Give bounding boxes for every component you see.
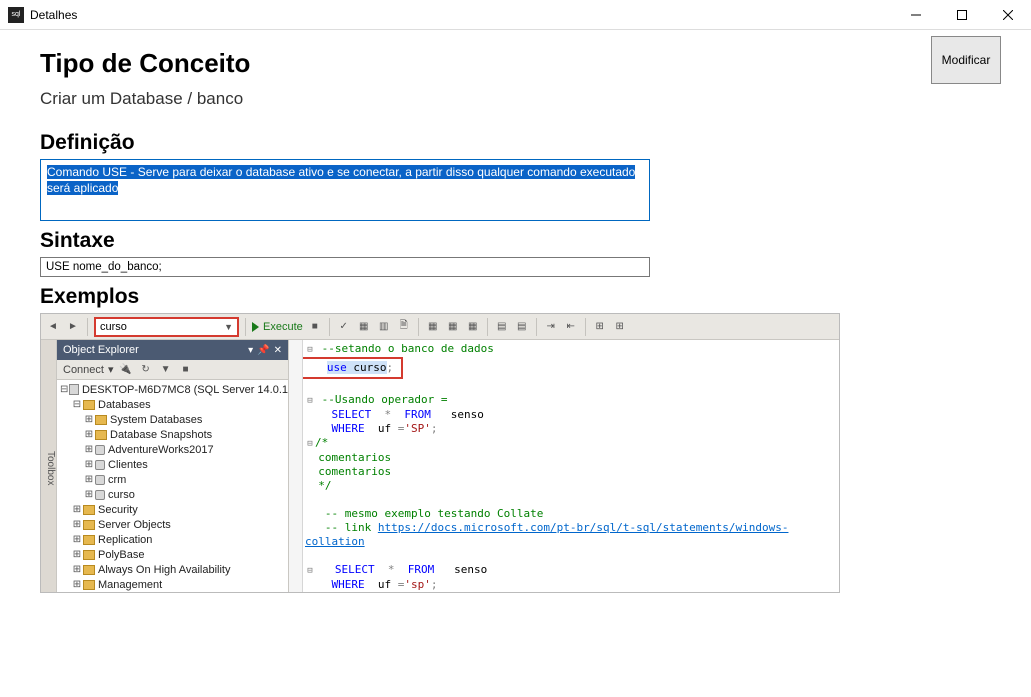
page-heading: Tipo de Conceito: [40, 48, 250, 79]
nav-fwd-icon[interactable]: ►: [65, 319, 81, 335]
tool-icon[interactable]: ▤: [494, 319, 510, 335]
examples-heading: Exemplos: [40, 285, 991, 309]
close-icon[interactable]: ✕: [274, 345, 282, 356]
tool-icon[interactable]: ⇥: [543, 319, 559, 335]
window-title: Detalhes: [30, 8, 893, 22]
minimize-button[interactable]: [893, 0, 939, 30]
tree-item[interactable]: PolyBase: [98, 549, 144, 561]
tool-icon[interactable]: ▦: [425, 319, 441, 335]
tree-item[interactable]: AdventureWorks2017: [108, 444, 214, 456]
connect-icon[interactable]: 🔌: [118, 362, 134, 378]
object-explorer-header: Object Explorer ▾ 📌 ✕: [57, 340, 288, 360]
toolbox-tab[interactable]: Toolbox: [41, 340, 57, 592]
tool-icon[interactable]: 🗎: [396, 319, 412, 335]
object-explorer-title: Object Explorer: [63, 344, 139, 356]
tool-icon[interactable]: ▦: [465, 319, 481, 335]
parse-icon[interactable]: ✓: [336, 319, 352, 335]
execute-button[interactable]: Execute: [252, 321, 303, 333]
tree-server[interactable]: DESKTOP-M6D7MC8 (SQL Server 14.0.1: [82, 384, 288, 396]
tree-item[interactable]: Database Snapshots: [110, 429, 212, 441]
tree-item[interactable]: crm: [108, 474, 126, 486]
refresh-icon[interactable]: ↻: [138, 362, 154, 378]
tree-item[interactable]: Management: [98, 579, 162, 591]
editor-pane: SQLQuery2.sql - DE...6D7MC8\lugui (54))*…: [289, 340, 839, 592]
database-dropdown-value: curso: [100, 321, 127, 333]
database-dropdown[interactable]: curso ▼: [94, 317, 239, 337]
syntax-heading: Sintaxe: [40, 229, 991, 253]
definition-textbox[interactable]: Comando USE - Serve para deixar o databa…: [40, 159, 650, 221]
tool-icon[interactable]: ▦: [445, 319, 461, 335]
pin-icon[interactable]: ▾: [248, 345, 253, 356]
content-area: Tipo de Conceito Criar um Database / ban…: [0, 30, 1031, 613]
connect-label[interactable]: Connect: [63, 364, 104, 376]
object-tree[interactable]: ⊟DESKTOP-M6D7MC8 (SQL Server 14.0.1 ⊟Dat…: [57, 380, 288, 592]
pin-icon[interactable]: 📌: [257, 345, 269, 356]
page-subtitle: Criar um Database / banco: [40, 89, 250, 109]
tool-icon[interactable]: ⊞: [612, 319, 628, 335]
tool-icon[interactable]: ▤: [514, 319, 530, 335]
tool-icon[interactable]: ▥: [376, 319, 392, 335]
execute-label: Execute: [263, 321, 303, 333]
syntax-textbox[interactable]: USE nome_do_banco;: [40, 257, 650, 277]
tree-item[interactable]: Always On High Availability: [98, 564, 230, 576]
tree-item[interactable]: Security: [98, 504, 138, 516]
syntax-text: USE nome_do_banco;: [46, 261, 162, 273]
connect-toolbar: Connect▾ 🔌 ↻ ▼ ■: [57, 360, 288, 380]
tree-databases[interactable]: Databases: [98, 399, 151, 411]
window-titlebar: sql Detalhes: [0, 0, 1031, 30]
definition-text: Comando USE - Serve para deixar o databa…: [47, 165, 635, 195]
close-button[interactable]: [985, 0, 1031, 30]
app-icon: sql: [8, 7, 24, 23]
tool-icon[interactable]: ▦: [356, 319, 372, 335]
tree-item[interactable]: System Databases: [110, 414, 202, 426]
nav-back-icon[interactable]: ◄: [45, 319, 61, 335]
ssms-toolbar: ◄ ► curso ▼ Execute ■ ✓ ▦ ▥ 🗎 ▦ ▦ ▦ ▤: [41, 314, 839, 340]
tree-item[interactable]: Server Objects: [98, 519, 171, 531]
ssms-example: ◄ ► curso ▼ Execute ■ ✓ ▦ ▥ 🗎 ▦ ▦ ▦ ▤: [40, 313, 840, 593]
object-explorer: Object Explorer ▾ 📌 ✕ Connect▾ 🔌 ↻ ▼ ■ ⊟DE…: [57, 340, 289, 592]
tool-icon[interactable]: ⊞: [592, 319, 608, 335]
tree-item[interactable]: Replication: [98, 534, 152, 546]
tree-item[interactable]: Clientes: [108, 459, 148, 471]
stop-icon[interactable]: ■: [307, 319, 323, 335]
definition-heading: Definição: [40, 131, 991, 155]
chevron-down-icon: ▼: [224, 322, 233, 332]
stop-icon[interactable]: ■: [178, 362, 194, 378]
maximize-button[interactable]: [939, 0, 985, 30]
filter-icon[interactable]: ▼: [158, 362, 174, 378]
tool-icon[interactable]: ⇤: [563, 319, 579, 335]
code-editor[interactable]: ⊟ --setando o banco de dados use curso; …: [289, 340, 839, 593]
tree-item[interactable]: curso: [108, 489, 135, 501]
modify-button[interactable]: Modificar: [931, 36, 1001, 84]
play-icon: [252, 322, 259, 332]
